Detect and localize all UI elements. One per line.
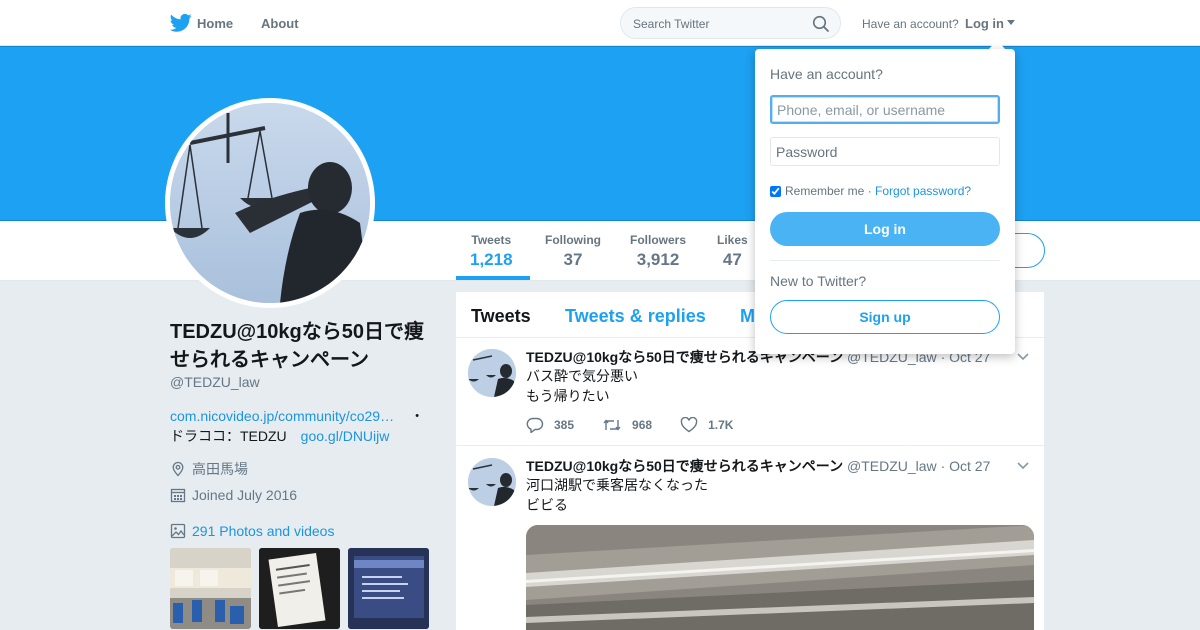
- photo-thumbnail[interactable]: [259, 548, 340, 629]
- tab-tweets[interactable]: Tweets: [471, 306, 531, 327]
- nav-about-link[interactable]: About: [261, 16, 299, 31]
- photos-videos-label: 291 Photos and videos: [192, 523, 335, 539]
- stat-tweets-value: 1,218: [470, 250, 513, 269]
- remember-row: Remember me · Forgot password?: [770, 184, 971, 198]
- tweet-item[interactable]: TEDZU@10kgなら50日で痩せられるキャンペーン @TEDZU_law ·…: [456, 446, 1044, 630]
- bio-short-link[interactable]: goo.gl/DNUijw: [301, 428, 390, 444]
- tweet-media-photo[interactable]: [526, 525, 1034, 630]
- search-box[interactable]: [620, 7, 841, 39]
- bio-text: ドラココ：TEDZU: [170, 428, 287, 444]
- profile-name[interactable]: TEDZU@10kgなら50日で痩せられるキャンペーン: [170, 318, 440, 374]
- tweet-menu-caret-icon[interactable]: [1016, 461, 1030, 471]
- reply-icon: [526, 417, 544, 433]
- profile-handle[interactable]: @TEDZU_law: [170, 374, 260, 390]
- login-button[interactable]: Log in: [770, 212, 1000, 246]
- stat-tweets-label: Tweets: [471, 233, 512, 247]
- profile-avatar[interactable]: [165, 98, 375, 308]
- profile-bio-line2: ドラココ：TEDZU goo.gl/DNUijw: [170, 426, 389, 446]
- stat-following-value: 37: [563, 250, 583, 269]
- login-dropdown: Have an account? Remember me · Forgot pa…: [755, 49, 1015, 354]
- twitter-bird-icon[interactable]: [170, 13, 192, 33]
- new-to-twitter-text: New to Twitter?: [770, 273, 867, 289]
- remember-me-label[interactable]: Remember me: [785, 184, 864, 198]
- tweet-author-name[interactable]: TEDZU@10kgなら50日で痩せられるキャンペーン: [526, 458, 843, 474]
- stat-followers[interactable]: Followers 3,912: [630, 233, 686, 270]
- profile-bio-line1: com.nicovideo.jp/community/co29… ・: [170, 406, 424, 426]
- heart-icon: [680, 417, 698, 433]
- signup-button[interactable]: Sign up: [770, 300, 1000, 334]
- remember-me-checkbox[interactable]: [770, 185, 781, 197]
- tab-media[interactable]: M: [740, 306, 755, 327]
- tweet-author-handle[interactable]: @TEDZU_law: [847, 458, 937, 474]
- location-text: 高田馬場: [192, 461, 248, 477]
- stat-likes[interactable]: Likes 47: [717, 233, 748, 270]
- photo-thumbnail[interactable]: [348, 548, 429, 629]
- stat-tweets[interactable]: Tweets 1,218: [470, 233, 513, 270]
- password-field[interactable]: [770, 137, 1000, 166]
- tweet-text-line: ビビる: [526, 497, 568, 513]
- search-input[interactable]: [633, 15, 803, 33]
- profile-joined: Joined July 2016: [170, 487, 297, 503]
- retweet-count: 968: [632, 418, 653, 432]
- search-icon[interactable]: [812, 15, 830, 33]
- tweet-text-line: もう帰りたい: [526, 388, 610, 404]
- tab-tweets-replies[interactable]: Tweets & replies: [565, 306, 706, 327]
- tweet-text: 河口湖駅で乗客居なくなった ビビる: [526, 475, 708, 515]
- username-field[interactable]: [770, 95, 1000, 124]
- bio-community-link[interactable]: com.nicovideo.jp/community/co29…: [170, 408, 394, 424]
- photo-thumbnail[interactable]: [170, 548, 251, 629]
- stat-likes-value: 47: [722, 250, 742, 269]
- calendar-icon: [170, 488, 186, 503]
- bio-separator-dot: ・: [410, 408, 425, 424]
- tweet-text-line: 河口湖駅で乗客居なくなった: [526, 477, 708, 493]
- tweet-actions: 385 968 1.7K: [526, 417, 761, 433]
- stat-followers-label: Followers: [630, 233, 687, 247]
- stat-following-label: Following: [545, 233, 601, 247]
- login-dropdown-toggle[interactable]: Log in: [965, 16, 1004, 31]
- tweet-text-line: バス酔で気分悪い: [526, 368, 638, 384]
- have-account-text: Have an account?: [862, 17, 959, 31]
- photo-icon: [170, 523, 186, 539]
- tweet-text: バス酔で気分悪い もう帰りたい: [526, 366, 638, 406]
- tweet-date[interactable]: · Oct 27: [941, 458, 991, 474]
- top-navigation-bar: Home About Have an account? Log in: [0, 0, 1200, 46]
- dropdown-divider: [770, 260, 1000, 261]
- dropdown-title: Have an account?: [770, 66, 883, 82]
- reply-action[interactable]: 385: [526, 417, 574, 433]
- stat-followers-value: 3,912: [636, 250, 680, 269]
- nav-home-link[interactable]: Home: [197, 16, 233, 31]
- photos-videos-link[interactable]: 291 Photos and videos: [170, 523, 334, 539]
- active-tab-indicator: [456, 276, 530, 280]
- stat-likes-label: Likes: [717, 233, 748, 247]
- remember-separator: ·: [864, 184, 876, 198]
- tweet-avatar[interactable]: [468, 458, 516, 506]
- profile-location: 高田馬場: [170, 459, 248, 479]
- tweet-menu-caret-icon[interactable]: [1016, 352, 1030, 362]
- joined-text: Joined July 2016: [192, 487, 298, 503]
- retweet-icon: [603, 419, 621, 431]
- tweet-item[interactable]: TEDZU@10kgなら50日で痩せられるキャンペーン @TEDZU_law ·…: [456, 338, 1044, 446]
- retweet-action[interactable]: 968: [602, 417, 652, 433]
- location-pin-icon: [172, 461, 184, 477]
- caret-down-icon[interactable]: [1007, 20, 1015, 25]
- reply-count: 385: [554, 418, 575, 432]
- tweet-header: TEDZU@10kgなら50日で痩せられるキャンペーン @TEDZU_law ·…: [526, 456, 990, 476]
- tweet-avatar[interactable]: [468, 349, 516, 397]
- forgot-password-link[interactable]: Forgot password?: [875, 184, 971, 198]
- like-count: 1.7K: [708, 418, 734, 432]
- like-action[interactable]: 1.7K: [680, 417, 733, 433]
- stat-following[interactable]: Following 37: [545, 233, 601, 270]
- avatar-image: [170, 103, 370, 303]
